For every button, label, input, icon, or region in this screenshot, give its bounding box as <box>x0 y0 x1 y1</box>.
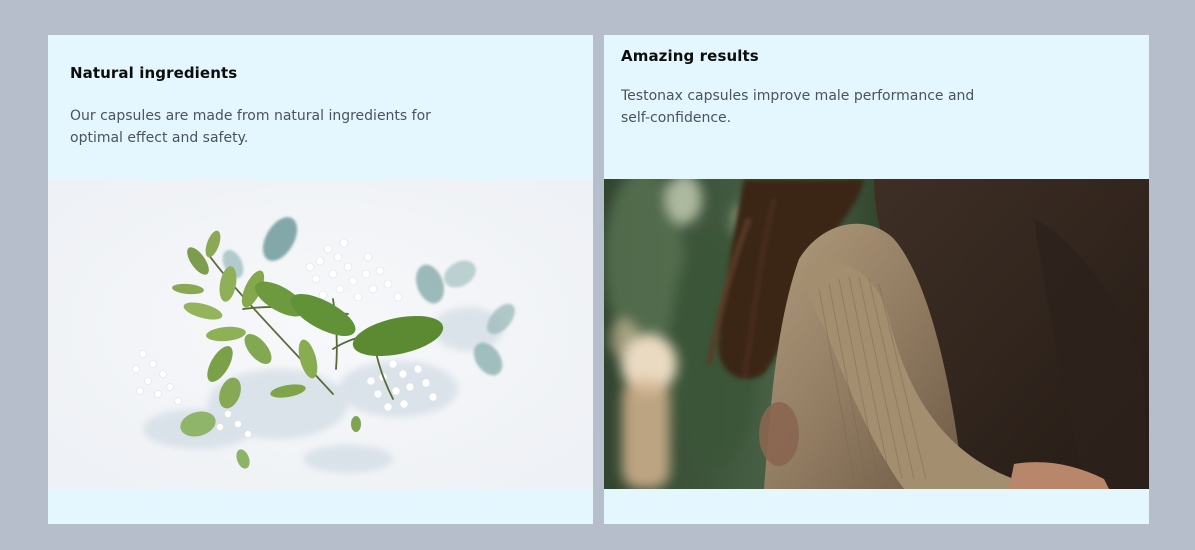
ingredients-image <box>48 179 593 489</box>
feature-card-natural-ingredients: Natural ingredients Our capsules are mad… <box>48 35 593 524</box>
card-description: Testonax capsules improve male performan… <box>621 88 975 126</box>
couple-embrace-image <box>604 179 1149 489</box>
card-title: Amazing results <box>621 47 759 65</box>
feature-card-amazing-results: Amazing results Testonax capsules improv… <box>604 35 1149 524</box>
card-title: Natural ingredients <box>70 64 238 82</box>
card-description: Our capsules are made from natural ingre… <box>70 108 431 146</box>
